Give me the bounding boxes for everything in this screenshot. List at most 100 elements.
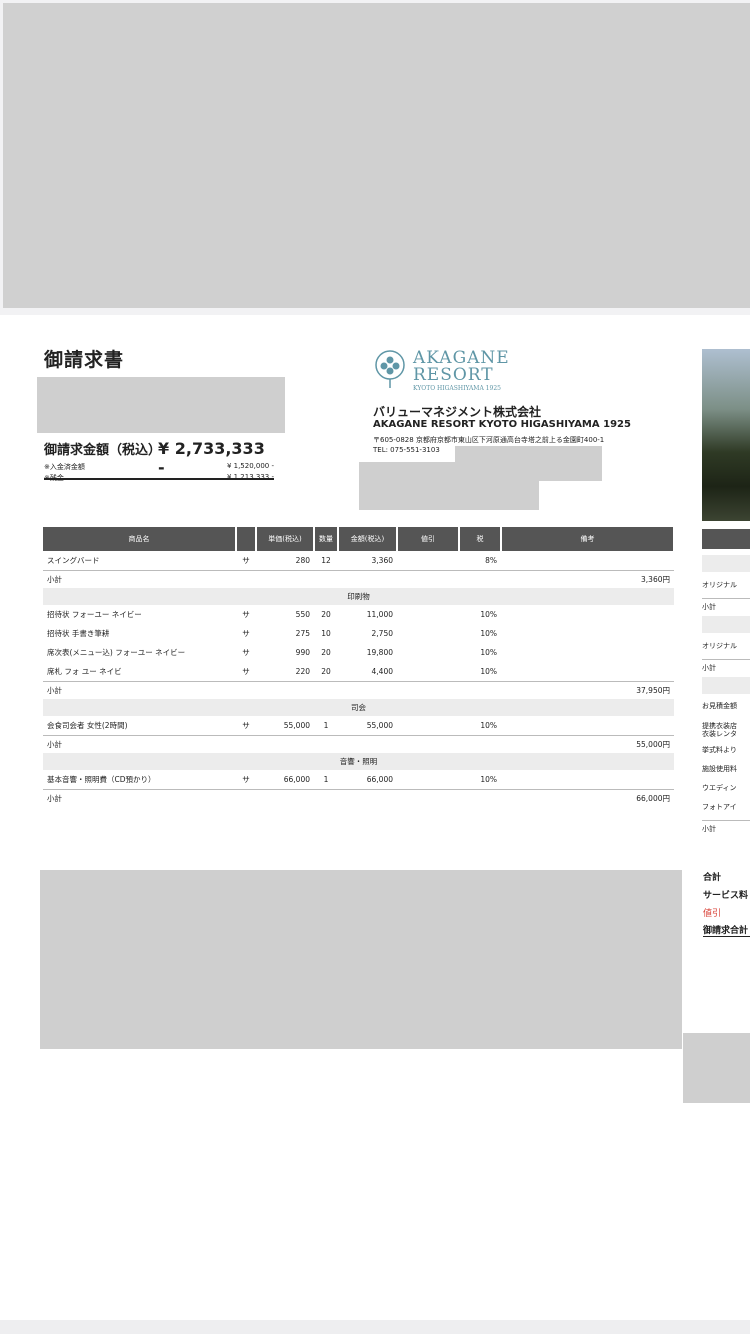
table-row: 席札 フォ ユー ネイビ サ 220 20 4,400 10% (43, 662, 674, 682)
col-header-note: 備考 (501, 527, 675, 551)
subtotal-row: 小計 55,000円 (43, 735, 674, 753)
item-amount: 4,400 (371, 667, 393, 676)
item-price: 550 (295, 610, 310, 619)
right-subtotal-label: 小計 (702, 603, 716, 611)
total-label: 合計 (703, 873, 722, 883)
item-discount (397, 716, 459, 736)
right-section-band (702, 677, 750, 694)
redacted-contact-2 (359, 462, 539, 510)
right-table-header (702, 529, 750, 549)
item-mark: サ (242, 629, 250, 638)
item-name: 招待状 フォーユー ネイビー (47, 610, 142, 619)
item-name: 席次表(メニュー込) フォーユー ネイビー (47, 648, 186, 657)
company-name-jp: バリューマネジメント株式会社 (373, 405, 542, 419)
venue-photo (702, 349, 750, 521)
item-name: 基本音響・照明費（CD預かり） (47, 775, 156, 784)
item-tax: 10% (480, 648, 497, 657)
item-note (501, 643, 674, 662)
right-divider (702, 659, 750, 660)
item-price: 55,000 (283, 721, 310, 730)
item-discount (397, 624, 459, 643)
subtotal-label: 小計 (43, 735, 236, 753)
redacted-right-block (683, 1033, 750, 1103)
right-row-label: 施設使用料 (702, 765, 737, 773)
right-divider (702, 598, 750, 599)
item-discount (397, 662, 459, 682)
company-name-en: AKAGANE RESORT KYOTO HIGASHIYAMA 1925 (373, 419, 631, 430)
right-section-band (702, 616, 750, 633)
section-label: 印刷物 (43, 588, 674, 605)
section-row: 印刷物 (43, 588, 674, 605)
col-header-amount: 金額(税込) (338, 527, 398, 551)
item-price: 275 (295, 629, 310, 638)
item-note (501, 716, 674, 736)
item-qty: 20 (321, 610, 331, 619)
item-qty: 20 (321, 667, 331, 676)
table-row: 招待状 フォーユー ネイビー サ 550 20 11,000 10% (43, 605, 674, 624)
item-qty: 12 (321, 556, 331, 565)
logo-emblem-icon (375, 350, 405, 388)
col-header-qty: 数量 (314, 527, 339, 551)
item-name: 招待状 手書き筆耕 (47, 629, 110, 638)
item-price: 220 (295, 667, 310, 676)
item-note (501, 551, 674, 571)
right-row-label: お見積金額 (702, 702, 737, 710)
item-qty: 1 (323, 775, 329, 784)
subtotal-value: 37,950円 (236, 681, 674, 699)
table-row: 招待状 手書き筆耕 サ 275 10 2,750 10% (43, 624, 674, 643)
redacted-recipient (37, 377, 285, 433)
invoice-page: 御請求書 御請求金額（税込） ¥ 2,733,333 - ※入金済金額 ¥ 1,… (0, 315, 750, 1320)
right-divider (702, 820, 750, 821)
item-note (501, 624, 674, 643)
invoice-items-table: 商品名 単価(税込) 数量 金額(税込) 値引 税 備考 スイングバード サ 2… (43, 527, 675, 807)
subtotal-value: 3,360円 (236, 570, 674, 588)
table-header-row: 商品名 単価(税込) 数量 金額(税込) 値引 税 備考 (43, 527, 675, 551)
item-mark: サ (242, 667, 250, 676)
item-name: 会食司会者 女性(2時間) (47, 721, 128, 730)
right-row-label: 衣装レンタ (702, 730, 737, 738)
item-tax: 10% (480, 629, 497, 638)
section-label: 司会 (43, 699, 674, 716)
item-price: 990 (295, 648, 310, 657)
item-amount: 3,360 (371, 556, 393, 565)
item-qty: 20 (321, 648, 331, 657)
item-amount: 11,000 (366, 610, 393, 619)
company-address: 〒605-0828 京都府京都市東山区下河原通高台寺塔之前上る金園町400-1 (373, 436, 605, 444)
service-fee-label: サービス料 (703, 891, 749, 901)
item-price: 66,000 (283, 775, 310, 784)
item-price: 280 (295, 556, 310, 565)
item-mark: サ (242, 721, 250, 730)
bottom-bar (0, 1320, 750, 1334)
invoice-title: 御請求書 (44, 349, 125, 371)
right-section-band (702, 555, 750, 572)
col-header-unit-price: 単価(税込) (256, 527, 315, 551)
item-tax: 8% (485, 556, 497, 565)
item-tax: 10% (480, 667, 497, 676)
subtotal-row: 小計 66,000円 (43, 789, 674, 807)
item-discount (397, 605, 459, 624)
item-tax: 10% (480, 775, 497, 784)
item-note (501, 662, 674, 682)
right-row-label: オリジナル (702, 581, 737, 589)
item-note (501, 770, 674, 790)
item-qty: 1 (323, 721, 329, 730)
right-subtotal-label: 小計 (702, 825, 716, 833)
redacted-header-area (3, 3, 750, 308)
item-mark: サ (242, 648, 250, 657)
section-row: 音響・照明 (43, 753, 674, 770)
col-header-discount: 値引 (397, 527, 460, 551)
item-tax: 10% (480, 721, 497, 730)
table-row: 会食司会者 女性(2時間) サ 55,000 1 55,000 10% (43, 716, 674, 736)
subtotal-row: 小計 3,360円 (43, 570, 674, 588)
item-mark: サ (242, 775, 250, 784)
item-note (501, 605, 674, 624)
item-mark: サ (242, 610, 250, 619)
table-row: 席次表(メニュー込) フォーユー ネイビー サ 990 20 19,800 10… (43, 643, 674, 662)
balance-value: ¥ 1,213,333 - (226, 473, 274, 481)
section-row: 司会 (43, 699, 674, 716)
item-amount: 55,000 (366, 721, 393, 730)
logo-text-subtitle: KYOTO HIGASHIYAMA 1925 (413, 385, 501, 392)
paid-amount-row: ※入金済金額 ¥ 1,520,000 - (44, 462, 274, 472)
item-qty: 10 (321, 629, 331, 638)
grand-total-label: 御請求合計 (703, 923, 750, 937)
